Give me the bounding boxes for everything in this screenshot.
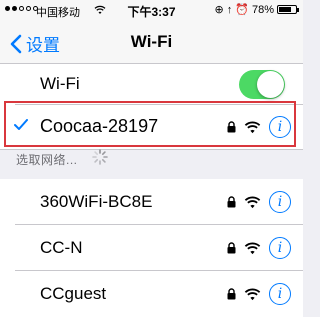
choose-network-label: 选取网络... <box>16 153 78 167</box>
network-name: CCguest <box>40 284 107 303</box>
page-title: Wi-Fi <box>130 32 173 51</box>
lock-icon <box>227 196 236 208</box>
battery-icon <box>277 5 299 14</box>
network-list: 360WiFi-BC8E i CC-N i CCguest i <box>0 179 303 317</box>
lock-icon <box>227 288 236 300</box>
lock-icon <box>227 121 236 133</box>
info-icon: i <box>277 119 283 135</box>
info-button[interactable]: i <box>269 283 291 305</box>
network-name: CC-N <box>40 238 83 257</box>
wifi-settings-group: Wi-Fi Coocaa-28197 i <box>0 64 303 150</box>
checkmark-icon <box>14 119 28 130</box>
info-icon: i <box>277 194 283 210</box>
connected-network-name: Coocaa-28197 <box>40 116 159 136</box>
info-icon: i <box>277 240 283 256</box>
wifi-icon <box>244 120 261 133</box>
location-icon: ⊕ <box>214 4 224 16</box>
alarm-icon: ⏰ <box>235 4 249 16</box>
network-row[interactable]: CC-N i <box>0 225 303 271</box>
rotation-lock-icon: ↑ <box>226 3 233 16</box>
network-row[interactable]: 360WiFi-BC8E i <box>0 179 303 225</box>
wifi-icon <box>244 241 261 254</box>
wifi-toggle-switch[interactable] <box>239 70 285 99</box>
spinner-icon <box>92 149 108 165</box>
battery-percent: 78% <box>251 3 274 16</box>
status-bar: 中国移动 下午3:37 ⊕ ↑ ⏰ 78% <box>0 0 303 22</box>
wifi-toggle-row: Wi-Fi <box>0 64 303 105</box>
wifi-toggle-label: Wi-Fi <box>40 74 80 93</box>
toggle-knob <box>257 71 284 98</box>
network-name: 360WiFi-BC8E <box>40 192 153 211</box>
section-header: 选取网络... <box>0 142 303 172</box>
lock-icon <box>227 242 236 254</box>
info-button[interactable]: i <box>269 116 291 138</box>
network-row[interactable]: CCguest i <box>0 271 303 317</box>
navigation-bar: 设置 Wi-Fi <box>0 22 303 64</box>
info-button[interactable]: i <box>269 237 291 259</box>
info-icon: i <box>277 286 283 302</box>
wifi-icon <box>244 195 261 208</box>
info-button[interactable]: i <box>269 191 291 213</box>
wifi-icon <box>244 287 261 300</box>
